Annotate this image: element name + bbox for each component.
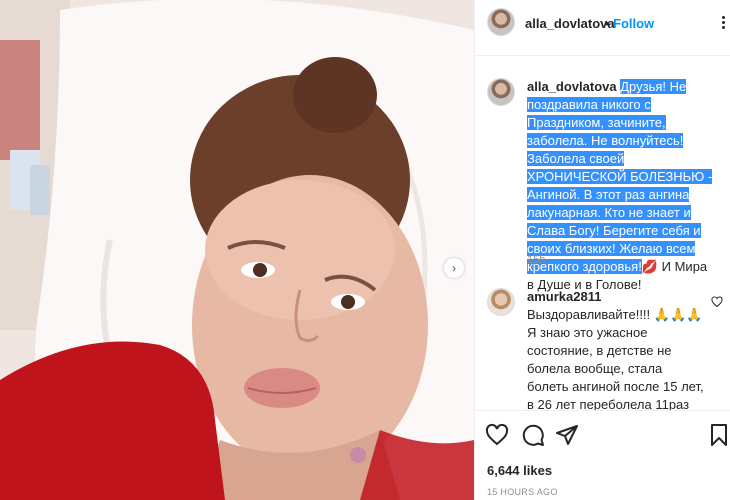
carousel-next-button[interactable]: › [444, 258, 464, 278]
post-timestamp[interactable]: 15 HOURS AGO [487, 487, 558, 497]
kiss-emoji-icon: 💋 [641, 259, 659, 274]
heart-icon[interactable] [485, 423, 509, 447]
separator-dot: • [605, 16, 610, 31]
author-username[interactable]: alla_dovlatova [525, 16, 615, 31]
comment-item: amurka2811 Выздоравливайте!!!! 🙏🙏🙏Я знаю… [527, 288, 705, 410]
post-photo[interactable]: › [0, 0, 474, 500]
comments-section[interactable]: alla_dovlatova Друзья! Не поздравила ник… [475, 56, 730, 410]
follow-button[interactable]: Follow [613, 16, 654, 31]
post-header: alla_dovlatova • Follow [475, 0, 730, 56]
chevron-right-icon: › [452, 261, 456, 275]
comment-username[interactable]: amurka2811 [527, 289, 601, 304]
comment-icon[interactable] [521, 423, 545, 447]
bookmark-icon[interactable] [707, 423, 730, 447]
comment-text: Выздоравливайте!!!! 🙏🙏🙏Я знаю это ужасно… [527, 307, 704, 410]
selfie-image [0, 0, 474, 500]
post-caption: alla_dovlatova Друзья! Не поздравила ник… [527, 78, 717, 294]
caption-username[interactable]: alla_dovlatova [527, 79, 617, 94]
caption-avatar[interactable] [487, 78, 515, 106]
likes-count[interactable]: 6,644 likes [487, 463, 552, 478]
caption-time[interactable]: 15h [527, 254, 545, 266]
comment-like-heart-icon[interactable] [711, 296, 723, 308]
caption-selected-text: Друзья! Не поздравила никого с Празднико… [527, 79, 713, 274]
commenter-avatar[interactable] [487, 288, 515, 316]
paper-plane-icon[interactable] [555, 423, 579, 447]
actions-bar: 6,644 likes 15 HOURS AGO [475, 410, 730, 500]
post-sidebar: alla_dovlatova • Follow alla_dovlatova Д… [474, 0, 730, 500]
author-avatar[interactable] [487, 8, 515, 36]
more-horizontal-icon[interactable] [715, 14, 730, 30]
